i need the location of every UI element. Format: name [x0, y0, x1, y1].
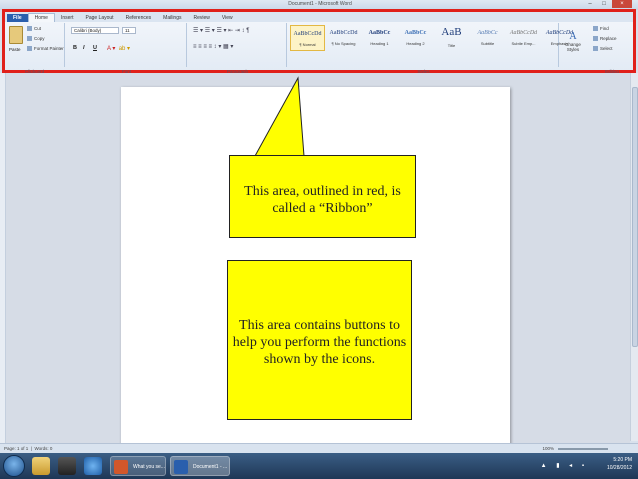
buttons-callout: This area contains buttons to help you p… — [227, 260, 412, 420]
page-count[interactable]: Page: 1 of 1 — [4, 446, 28, 451]
word-count[interactable]: Words: 0 — [34, 446, 52, 451]
system-tray-icons[interactable]: ▲ ▮ ◂ ▪ — [541, 462, 588, 469]
taskbar-item-word[interactable]: Document1 - ... — [170, 456, 230, 476]
word-icon — [174, 460, 188, 474]
status-bar: Page: 1 of 1 | Words: 0 100% — [0, 443, 638, 453]
clock-time: 5:20 PM — [613, 457, 632, 463]
clock-date: 10/28/2012 — [606, 465, 632, 471]
status-left: Page: 1 of 1 | Words: 0 — [4, 446, 53, 451]
media-player-icon[interactable] — [58, 457, 76, 475]
ribbon-callout: This area, outlined in red, is called a … — [229, 155, 416, 238]
zoom-slider[interactable] — [558, 448, 608, 450]
zoom-level[interactable]: 100% — [542, 446, 554, 451]
internet-explorer-icon[interactable] — [84, 457, 102, 475]
ribbon-callout-text: This area, outlined in red, is called a … — [244, 184, 401, 216]
taskbar-item-powerpoint[interactable]: What you se... — [110, 456, 166, 476]
powerpoint-icon — [114, 460, 128, 474]
explorer-icon[interactable] — [32, 457, 50, 475]
start-button[interactable] — [3, 455, 25, 477]
buttons-callout-text: This area contains buttons to help you p… — [232, 318, 407, 367]
taskbar: What you se... Document1 - ... ▲ ▮ ◂ ▪ 5… — [0, 453, 638, 479]
clock[interactable]: 5:20 PM 10/28/2012 — [607, 456, 632, 472]
